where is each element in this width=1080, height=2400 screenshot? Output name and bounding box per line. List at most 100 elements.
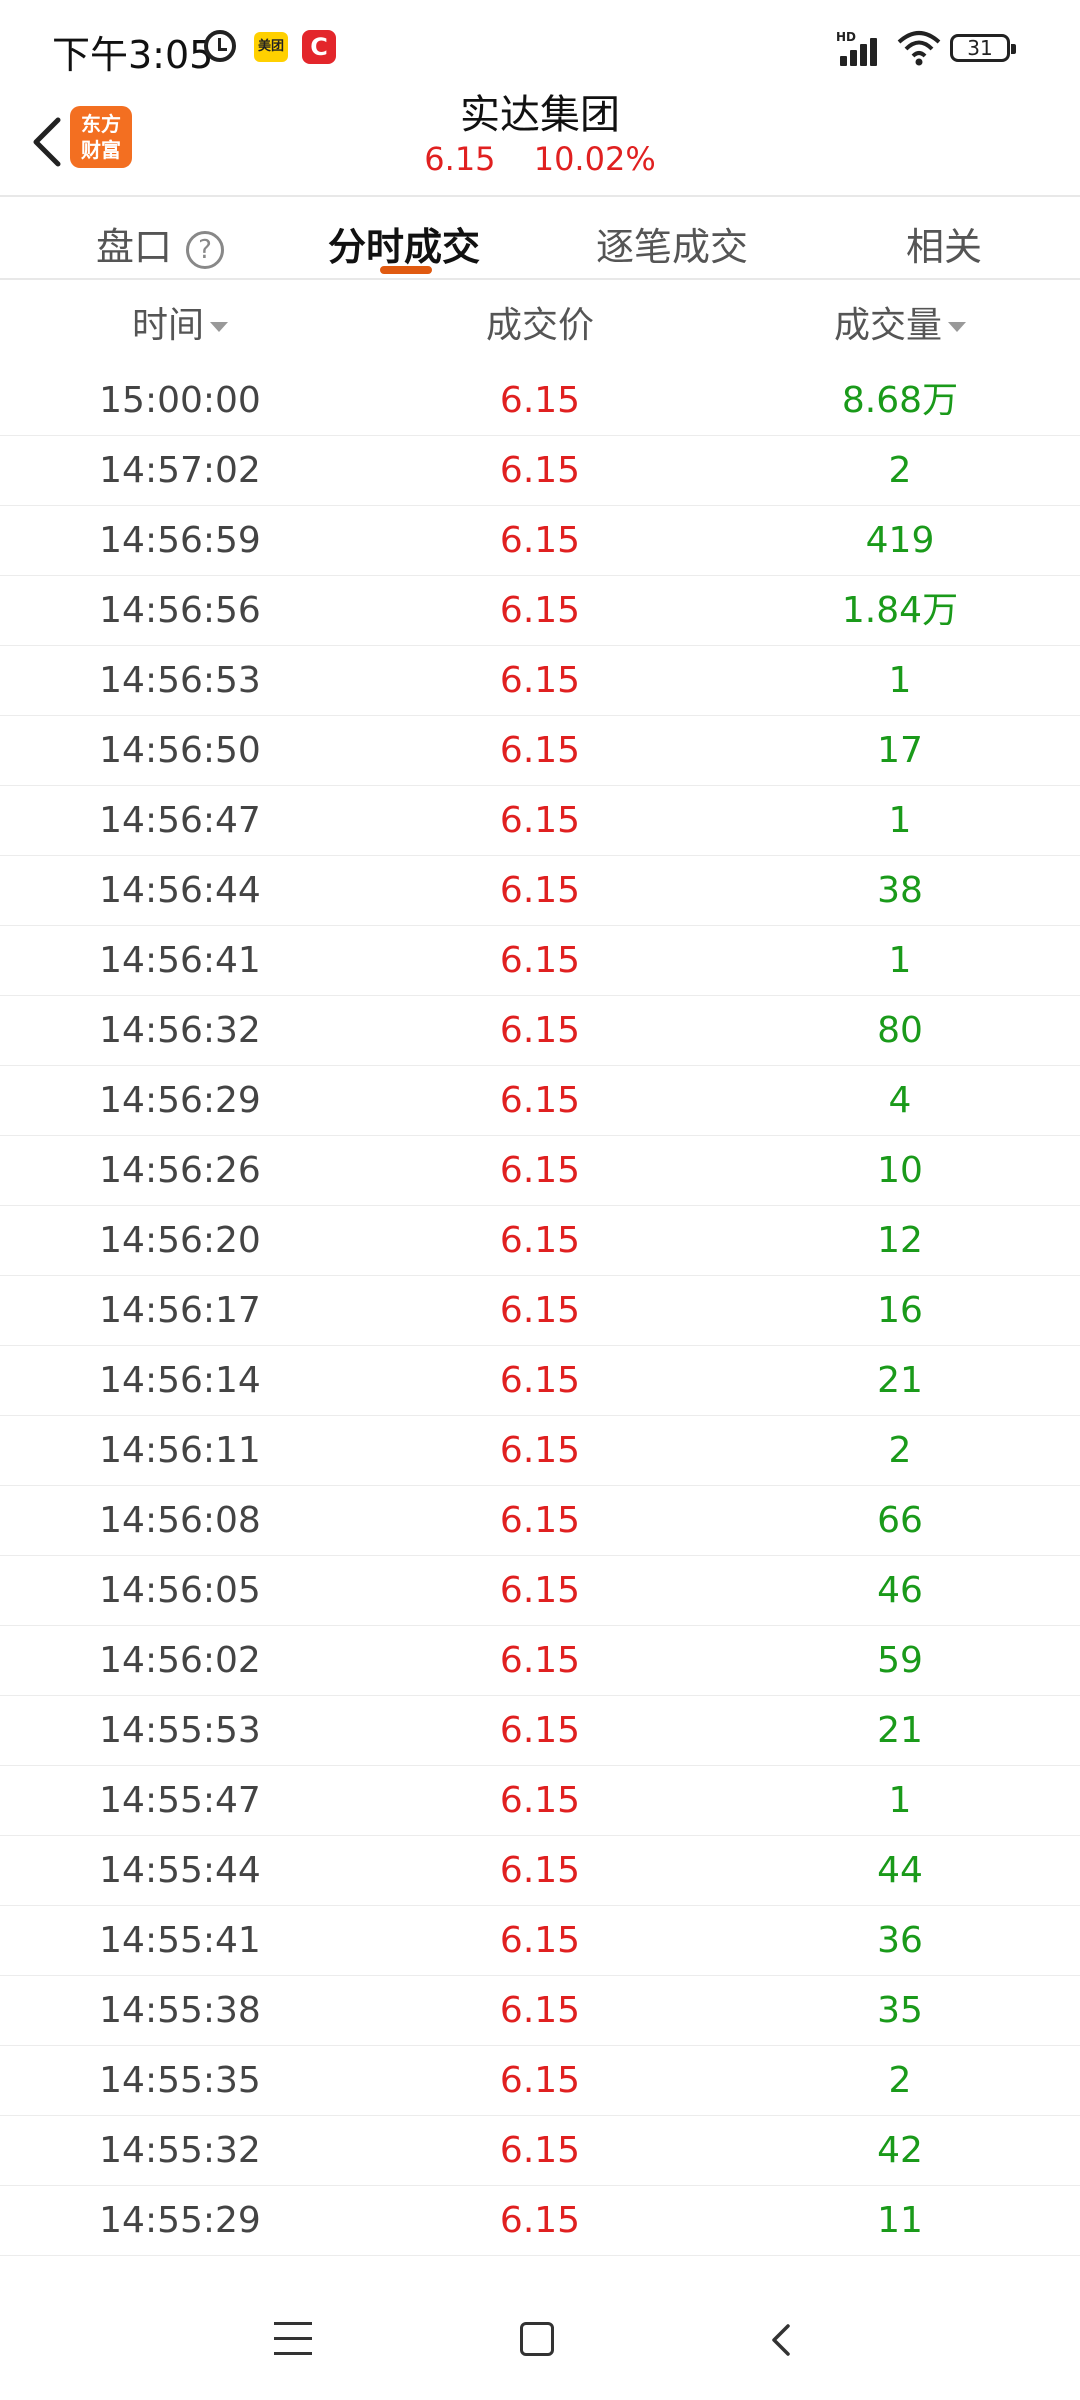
trade-price: 6.15 (499, 520, 581, 561)
table-row: 14:55:38 6.15 35 (0, 1976, 1080, 2046)
trade-volume: 8.68万 (841, 380, 959, 421)
trade-price: 6.15 (499, 590, 581, 631)
table-row: 14:55:41 6.15 36 (0, 1906, 1080, 1976)
tab-bar: 盘口? 分时成交 逐笔成交 相关 (0, 198, 1080, 278)
trade-volume: 1 (888, 800, 912, 841)
tab-order-book[interactable]: 盘口? (96, 216, 225, 271)
trade-time: 14:55:44 (99, 1850, 261, 1891)
column-header-time[interactable]: 时间 (0, 296, 360, 348)
table-row: 14:56:32 6.15 80 (0, 996, 1080, 1066)
table-row: 14:56:41 6.15 1 (0, 926, 1080, 996)
trade-price: 6.15 (499, 2130, 581, 2171)
table-row: 14:55:32 6.15 42 (0, 2116, 1080, 2186)
trade-time: 14:56:20 (99, 1220, 261, 1261)
trade-time: 14:57:02 (99, 450, 261, 491)
table-row: 14:56:44 6.15 38 (0, 856, 1080, 926)
battery-icon: 31 (950, 34, 1016, 62)
trade-time: 14:55:35 (99, 2060, 261, 2101)
trade-volume: 17 (877, 730, 923, 771)
trade-price: 6.15 (499, 660, 581, 701)
trade-price: 6.15 (499, 1220, 581, 1261)
trade-volume: 44 (877, 1850, 923, 1891)
trade-volume: 35 (877, 1990, 923, 2031)
table-row: 14:55:47 6.15 1 (0, 1766, 1080, 1836)
tabs-divider (0, 278, 1080, 280)
trade-volume: 2 (888, 450, 912, 491)
trade-time: 14:56:05 (99, 1570, 261, 1611)
trade-volume: 59 (877, 1640, 923, 1681)
tab-label: 盘口 (96, 225, 173, 269)
trade-price: 6.15 (499, 1500, 581, 1541)
table-header: 时间 成交价 成交量 (0, 296, 1080, 352)
table-row: 14:56:29 6.15 4 (0, 1066, 1080, 1136)
nav-home-icon[interactable] (520, 2322, 554, 2356)
column-header-label: 时间 (131, 305, 204, 346)
wifi-icon (897, 31, 941, 66)
table-row: 14:56:59 6.15 419 (0, 506, 1080, 576)
trade-volume: 21 (877, 1710, 923, 1751)
trade-time: 14:56:26 (99, 1150, 261, 1191)
nav-back-icon[interactable] (766, 2320, 796, 2360)
trade-price: 6.15 (499, 800, 581, 841)
trade-price: 6.15 (499, 1990, 581, 2031)
help-icon[interactable]: ? (186, 230, 225, 269)
stock-quote: 6.15 10.02% (0, 140, 1080, 178)
tab-related[interactable]: 相关 (906, 216, 982, 271)
trade-volume: 16 (877, 1290, 923, 1331)
trade-time: 14:55:32 (99, 2130, 261, 2171)
trade-price: 6.15 (360, 2256, 720, 2270)
sort-desc-icon (210, 322, 228, 332)
trade-price: 6.15 (499, 1290, 581, 1331)
signal-icon (840, 34, 886, 66)
trade-price: 6.15 (499, 940, 581, 981)
trade-volume: 1.84万 (841, 590, 959, 631)
table-row: 14:57:02 6.15 2 (0, 436, 1080, 506)
nav-menu-icon[interactable] (274, 2322, 312, 2356)
trade-price: 6.15 (499, 1150, 581, 1191)
meituan-app-icon: 美团 (254, 32, 288, 62)
c-app-icon: C (302, 30, 336, 64)
trade-time: 14:56:47 (99, 800, 261, 841)
column-header-label: 成交价 (485, 305, 594, 346)
trade-price: 6.15 (499, 1640, 581, 1681)
trade-time: 15:00:00 (99, 380, 261, 421)
trade-time: 14:55:29 (99, 2200, 261, 2241)
column-header-label: 成交量 (833, 305, 942, 346)
header-divider (0, 195, 1080, 197)
status-time: 下午3:05 (52, 33, 214, 77)
trade-price: 6.15 (499, 1710, 581, 1751)
trade-list[interactable]: 15:00:00 6.15 8.68万 14:57:02 6.15 2 14:56:59 6.… (0, 366, 1080, 2270)
trade-price: 6.15 (499, 1780, 581, 1821)
trade-time: 14:55:47 (99, 1780, 261, 1821)
trade-volume: 12 (877, 1220, 923, 1261)
trade-time: 14:56:14 (99, 1360, 261, 1401)
trade-time: 14:56:02 (99, 1640, 261, 1681)
trade-volume: 42 (877, 2130, 923, 2171)
trade-time: 14:56:11 (99, 1430, 261, 1471)
table-row: 15:00:00 6.15 8.68万 (0, 366, 1080, 436)
table-row: 14:56:17 6.15 16 (0, 1276, 1080, 1346)
trade-price: 6.15 (499, 2200, 581, 2241)
table-row: 14:56:26 6.15 10 (0, 1136, 1080, 1206)
table-row: 14:55:35 6.15 2 (0, 2046, 1080, 2116)
trade-price: 6.15 (499, 730, 581, 771)
column-header-volume[interactable]: 成交量 (720, 296, 1080, 348)
trade-price: 6.15 (499, 380, 581, 421)
table-row: 14:56:53 6.15 1 (0, 646, 1080, 716)
trade-price: 6.15 (499, 870, 581, 911)
table-row: 14:55:53 6.15 21 (0, 1696, 1080, 1766)
trade-time: 14:56:53 (99, 660, 261, 701)
table-row: 14:55:44 6.15 44 (0, 1836, 1080, 1906)
tab-minute-trades[interactable]: 分时成交 (328, 216, 480, 271)
table-row: 14:56:47 6.15 1 (0, 786, 1080, 856)
table-row: 14:56:11 6.15 2 (0, 1416, 1080, 1486)
trade-time: 14:56:50 (99, 730, 261, 771)
trade-time: 14:56:17 (99, 1290, 261, 1331)
trade-price: 6.15 (499, 2060, 581, 2101)
tab-label: 分时成交 (328, 225, 481, 269)
trade-volume: 80 (877, 1010, 923, 1051)
trade-volume: 10 (877, 1150, 923, 1191)
trade-time: 14:56:08 (99, 1500, 261, 1541)
trade-price: 6.15 (499, 1080, 581, 1121)
tab-tick-trades[interactable]: 逐笔成交 (596, 216, 748, 271)
